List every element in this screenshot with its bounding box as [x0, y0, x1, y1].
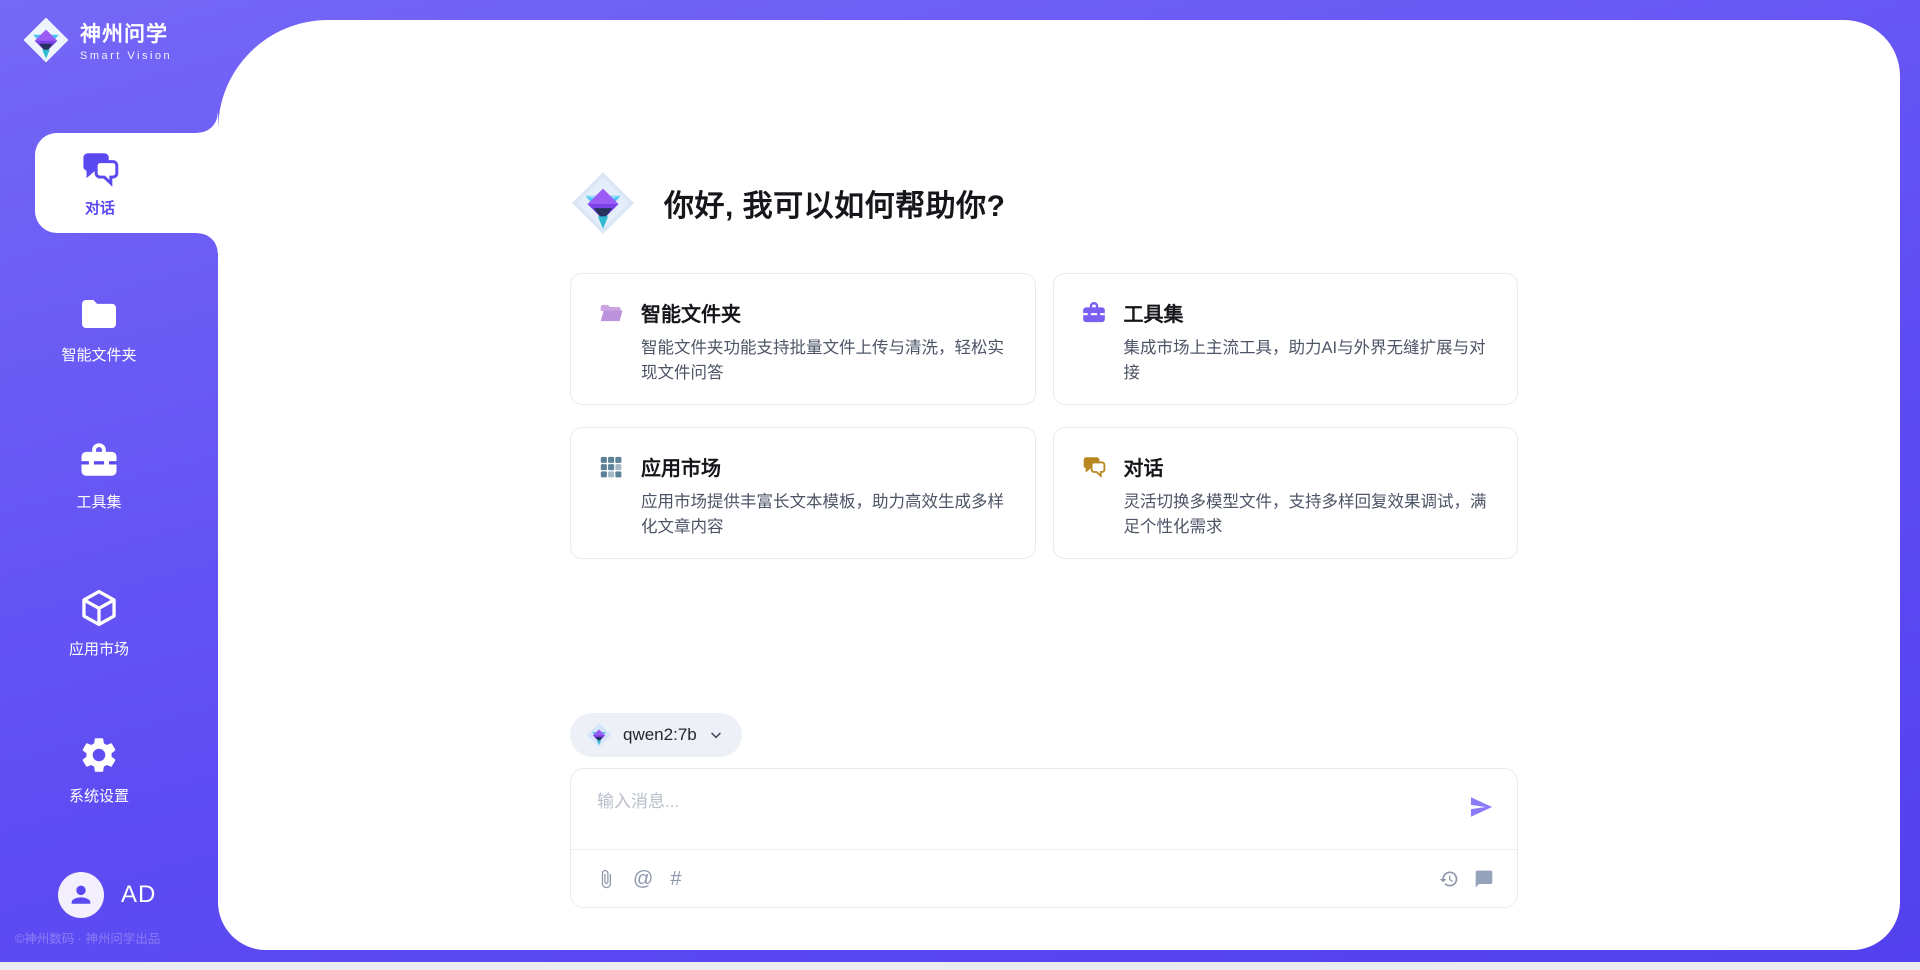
card-smart-folder[interactable]: 智能文件夹 智能文件夹功能支持批量文件上传与清洗，轻松实现文件问答 — [570, 273, 1036, 405]
model-name: qwen2:7b — [623, 725, 697, 745]
model-diamond-icon — [586, 722, 612, 748]
toolbox-icon — [1081, 300, 1107, 326]
card-description: 应用市场提供丰富长文本模板，助力高效生成多样化文章内容 — [641, 490, 1009, 540]
sidebar-item-label: 智能文件夹 — [61, 344, 136, 365]
chat-icon — [79, 148, 121, 190]
app-logo: 神州问学 Smart Vision — [22, 16, 172, 64]
chat-icon — [1081, 454, 1107, 480]
card-description: 灵活切换多模型文件，支持多样回复效果调试，满足个性化需求 — [1124, 490, 1492, 540]
gear-icon — [78, 734, 120, 776]
sidebar-item-chat[interactable]: 对话 — [35, 133, 218, 233]
brand-diamond-icon — [570, 170, 636, 236]
card-title: 智能文件夹 — [641, 298, 741, 327]
folder-icon — [78, 293, 120, 335]
hashtag-icon[interactable]: # — [670, 869, 681, 889]
history-icon[interactable] — [1439, 869, 1459, 889]
brand-name: 神州问学 — [80, 18, 172, 48]
card-title: 工具集 — [1124, 298, 1184, 327]
card-app-market[interactable]: 应用市场 应用市场提供丰富长文本模板，助力高效生成多样化文章内容 — [570, 427, 1036, 559]
user-initials: AD — [121, 881, 156, 909]
card-description: 集成市场上主流工具，助力AI与外界无缝扩展与对接 — [1124, 336, 1492, 386]
card-toolset[interactable]: 工具集 集成市场上主流工具，助力AI与外界无缝扩展与对接 — [1053, 273, 1519, 405]
send-icon[interactable] — [1467, 793, 1495, 821]
card-title: 对话 — [1124, 452, 1164, 481]
mention-icon[interactable]: @ — [633, 869, 653, 889]
sidebar-item-label: 系统设置 — [69, 785, 129, 806]
sidebar-item-toolset[interactable]: 工具集 — [0, 440, 198, 512]
chat-bubble-icon[interactable] — [1474, 869, 1494, 889]
brand-subtitle: Smart Vision — [80, 50, 172, 62]
message-composer: @ # — [570, 768, 1518, 908]
sidebar-item-label: 对话 — [85, 197, 115, 218]
feature-cards: 智能文件夹 智能文件夹功能支持批量文件上传与清洗，轻松实现文件问答 工具集 集成… — [570, 273, 1518, 559]
main-content-area: 你好, 我可以如何帮助你? 智能文件夹 智能文件夹功能支持批量文件上传与清洗，轻… — [218, 20, 1900, 950]
card-chat[interactable]: 对话 灵活切换多模型文件，支持多样回复效果调试，满足个性化需求 — [1053, 427, 1519, 559]
folder-open-icon — [598, 300, 624, 326]
toolbox-icon — [78, 440, 120, 482]
sidebar-item-label: 应用市场 — [69, 638, 129, 659]
sidebar-item-settings[interactable]: 系统设置 — [0, 734, 198, 806]
sidebar-item-label: 工具集 — [76, 491, 121, 512]
grid-icon — [598, 454, 624, 480]
attach-icon[interactable] — [596, 869, 616, 889]
greeting-row: 你好, 我可以如何帮助你? — [570, 170, 1006, 236]
avatar — [58, 872, 104, 918]
brand-diamond-icon — [22, 16, 70, 64]
cube-icon — [78, 587, 120, 629]
sidebar-item-smart-folder[interactable]: 智能文件夹 — [0, 293, 198, 365]
chevron-down-icon — [708, 727, 724, 743]
horizontal-scrollbar-track[interactable] — [0, 962, 1920, 970]
message-input[interactable] — [597, 787, 1447, 843]
card-description: 智能文件夹功能支持批量文件上传与清洗，轻松实现文件问答 — [641, 336, 1009, 386]
card-title: 应用市场 — [641, 452, 721, 481]
model-selector[interactable]: qwen2:7b — [570, 713, 742, 757]
sidebar-item-app-market[interactable]: 应用市场 — [0, 587, 198, 659]
user-profile[interactable]: AD — [58, 872, 156, 918]
copyright-text: ©神州数码 · 神州问学出品 — [15, 928, 215, 947]
composer-toolbar: @ # — [571, 850, 1517, 907]
greeting-text: 你好, 我可以如何帮助你? — [664, 181, 1006, 225]
